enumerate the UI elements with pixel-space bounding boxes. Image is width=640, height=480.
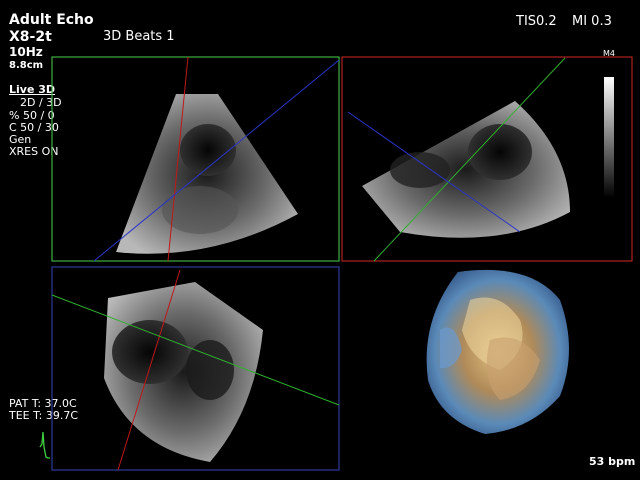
pane-top-left[interactable] — [51, 56, 340, 262]
imaging-layer — [39, 56, 633, 471]
volume-render-3d[interactable] — [426, 269, 569, 434]
cardiac-cavity — [112, 320, 188, 384]
pane-top-right[interactable] — [341, 56, 633, 262]
cardiac-cavity — [468, 124, 532, 180]
cardiac-cavity — [180, 124, 236, 176]
pane-bottom-left[interactable] — [51, 266, 340, 471]
ecg-trace — [39, 431, 50, 459]
